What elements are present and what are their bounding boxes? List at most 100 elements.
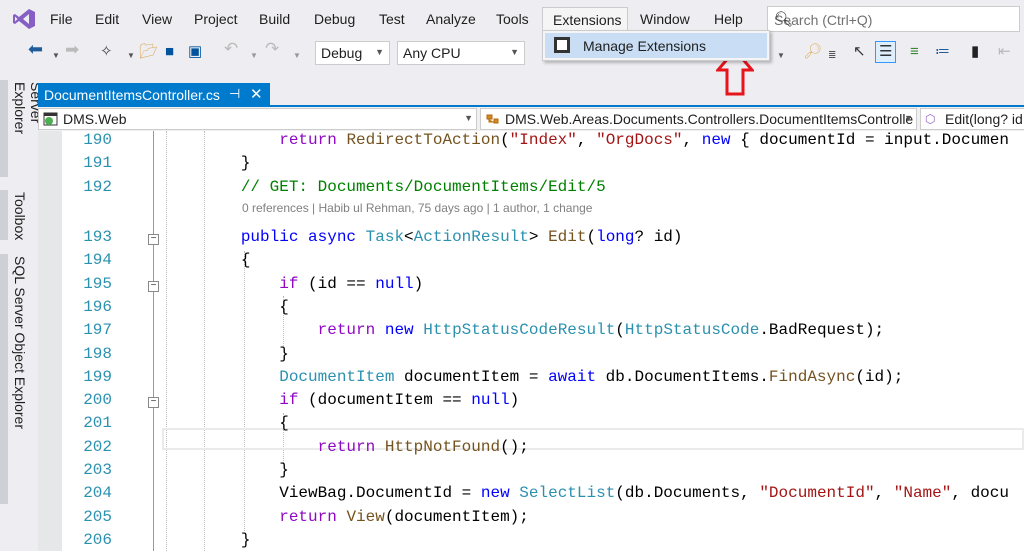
menu-extensions[interactable]: Extensions — [542, 7, 628, 32]
platform-value: Any CPU — [403, 45, 461, 61]
uncomment-icon[interactable]: ≔ — [935, 44, 950, 60]
menu-analyze[interactable]: Analyze — [426, 11, 476, 27]
line-number: 203 — [83, 461, 112, 479]
toggle-view-icon[interactable]: ☰ — [875, 41, 897, 63]
menu-item-label: Manage Extensions — [583, 38, 706, 54]
type-name: DMS.Web.Areas.Documents.Controllers.Docu… — [505, 111, 914, 127]
code-token: null — [471, 391, 510, 410]
code-token: > — [528, 228, 549, 246]
redo-dropdown-icon[interactable]: ▼ — [293, 48, 301, 64]
collapse-icon[interactable]: − — [148, 397, 159, 409]
previous-bookmark-icon[interactable]: ⇤ — [998, 44, 1011, 60]
code-editor[interactable]: 190 return RedirectToAction("Index", "Or… — [38, 131, 1024, 551]
code-line: { — [164, 251, 251, 269]
code-line: return new HttpStatusCodeResult(HttpStat… — [164, 321, 885, 340]
undo-dropdown-icon[interactable]: ▼ — [250, 48, 258, 64]
new-project-icon[interactable]: ✧ — [100, 44, 113, 60]
code-token: await — [548, 367, 597, 386]
code-token: ( — [615, 321, 625, 340]
menu-build[interactable]: Build — [259, 11, 290, 27]
redo-icon[interactable]: ↷ — [265, 40, 279, 57]
code-token: ( — [500, 131, 510, 149]
code-token: (id); — [855, 367, 904, 386]
line-number: 190 — [83, 131, 112, 149]
platform-select[interactable]: Any CPU ▼ — [397, 41, 525, 65]
new-dropdown-icon[interactable]: ▼ — [127, 48, 135, 64]
search-input[interactable]: Search (Ctrl+Q) 🔍︎ — [767, 6, 1020, 32]
member-name: Edit(long? id — [945, 111, 1023, 127]
code-token: } — [164, 344, 289, 363]
side-tab-server-explorer[interactable]: Server Explorer — [0, 80, 44, 177]
code-token: { — [164, 297, 289, 316]
code-token: return — [317, 321, 376, 340]
side-tab-toolbox[interactable]: Toolbox — [0, 190, 32, 240]
document-tab-title: DocumentItemsController.cs — [44, 87, 220, 103]
line-number: 202 — [83, 437, 112, 456]
close-icon[interactable]: ✕ — [250, 85, 263, 103]
menu-test[interactable]: Test — [379, 11, 405, 27]
menu-tools[interactable]: Tools — [496, 11, 529, 27]
code-token: (db.Documents, — [615, 484, 760, 503]
menu-window[interactable]: Window — [640, 11, 690, 27]
collapse-icon[interactable]: − — [148, 234, 159, 245]
chevron-down-icon: ▼ — [375, 47, 384, 57]
chevron-down-icon: ▼ — [904, 113, 913, 123]
code-line: } — [164, 531, 251, 549]
code-line: { — [164, 414, 289, 432]
member-dropdown[interactable]: ⬡ Edit(long? id — [920, 108, 1024, 130]
toolbar-overflow-icon[interactable]: ≣ — [828, 48, 836, 64]
undo-icon[interactable]: ↶ — [224, 40, 238, 57]
forward-icon[interactable]: ➡︎ — [65, 41, 79, 58]
menu-view[interactable]: View — [142, 11, 172, 27]
select-element-icon[interactable]: ↖ — [853, 44, 866, 60]
comment-icon[interactable]: ≡ — [910, 44, 919, 60]
side-tab-label: Toolbox — [12, 192, 28, 241]
save-all-icon[interactable]: ▣ — [188, 44, 202, 60]
method-icon: ⬡ — [925, 112, 936, 126]
toolbar-dropdown-icon[interactable]: ▼ — [777, 48, 785, 64]
code-token: new — [480, 484, 510, 503]
code-token: , — [576, 131, 597, 149]
open-folder-icon[interactable]: 📂︎ — [139, 44, 158, 60]
menu-debug[interactable]: Debug — [314, 11, 355, 27]
extensions-dropdown: Manage Extensions — [542, 30, 770, 61]
codelens-info[interactable]: 0 references | Habib ul Rehman, 75 days … — [242, 201, 592, 215]
line-number: 206 — [83, 530, 112, 549]
menu-file[interactable]: File — [50, 11, 73, 27]
code-token: (documentItem); — [384, 507, 529, 526]
line-number: 198 — [83, 344, 112, 363]
configuration-select[interactable]: Debug ▼ — [315, 41, 390, 65]
find-in-files-icon[interactable]: 🔎︎ — [803, 44, 822, 60]
type-dropdown[interactable]: DMS.Web.Areas.Documents.Controllers.Docu… — [480, 108, 917, 130]
save-icon[interactable]: ■ — [165, 44, 174, 60]
code-token: public async — [240, 228, 357, 246]
code-token: return — [279, 507, 337, 526]
project-dropdown[interactable]: DMS.Web ▼ — [38, 108, 477, 130]
back-icon[interactable]: ⬅︎ — [28, 40, 43, 58]
menu-item-manage-extensions[interactable]: Manage Extensions — [545, 33, 767, 58]
line-number: 201 — [83, 414, 112, 433]
code-token: View — [346, 507, 385, 526]
pin-icon[interactable]: ⊣ — [229, 86, 240, 102]
back-dropdown-icon[interactable]: ▼ — [52, 48, 60, 64]
menu-edit[interactable]: Edit — [95, 11, 119, 27]
menu-help[interactable]: Help — [714, 11, 743, 27]
bookmark-icon[interactable]: ▮ — [971, 44, 979, 60]
code-token: "OrgDocs" — [596, 131, 683, 149]
code-token: SelectList — [519, 484, 616, 503]
code-token: new — [384, 321, 414, 340]
side-tab-label: SQL Server Object Explorer — [12, 256, 28, 429]
menu-project[interactable]: Project — [194, 11, 238, 27]
line-number: 193 — [83, 228, 112, 246]
collapse-icon[interactable]: − — [148, 280, 159, 292]
code-token: if — [279, 391, 299, 410]
document-tab[interactable]: DocumentItemsController.cs ⊣ ✕ — [38, 83, 270, 107]
side-tab-sql-server-object-explorer[interactable]: SQL Server Object Explorer — [0, 254, 32, 504]
